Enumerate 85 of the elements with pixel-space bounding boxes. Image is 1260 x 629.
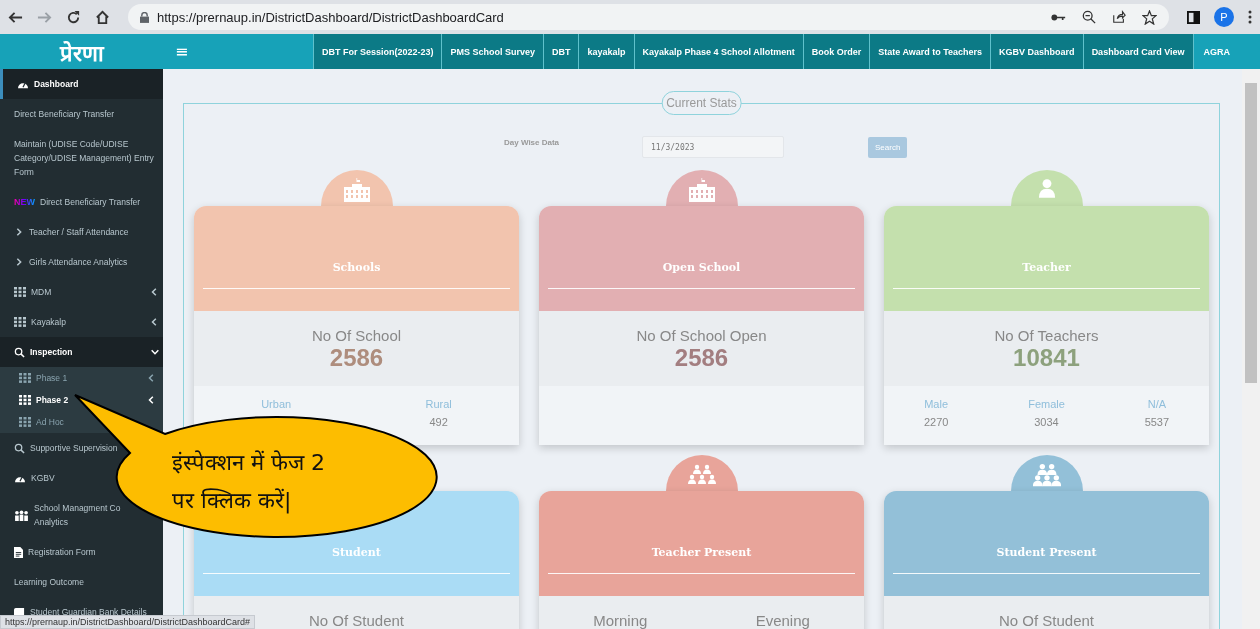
stat-label: Morning xyxy=(593,612,648,629)
date-field[interactable]: 11/3/2023 xyxy=(642,136,784,158)
search-icon xyxy=(14,442,25,454)
section-legend: Current Stats xyxy=(661,91,742,115)
nav-link[interactable]: State Award to Teachers xyxy=(869,34,991,69)
new-badge: NEW xyxy=(14,197,35,207)
stat-value: 10841 xyxy=(1013,344,1080,372)
breakdown-label: Female xyxy=(1028,398,1065,410)
sidebar-item[interactable]: School Managment Co Analytics xyxy=(0,493,163,537)
people-icon xyxy=(14,509,29,521)
breakdown-value: 492 xyxy=(429,416,448,428)
chevron-right-icon xyxy=(14,257,24,267)
sidebar-item[interactable]: Girls Attendance Analytics xyxy=(0,247,163,277)
side-panel-icon[interactable] xyxy=(1187,10,1200,24)
nav-link[interactable]: Book Order xyxy=(802,34,870,69)
reload-icon[interactable] xyxy=(66,9,81,25)
document-icon xyxy=(14,546,23,558)
building-icon xyxy=(686,178,717,202)
sidebar-item[interactable]: Registration Form xyxy=(0,537,163,567)
key-icon[interactable] xyxy=(1051,12,1066,22)
sidebar-item[interactable]: Kayakalp xyxy=(0,307,163,337)
status-url-tooltip: https://prernaup.in/DistrictDashboard/DistrictDashboardCard# xyxy=(0,615,256,629)
sidebar-item[interactable]: Phase 2 xyxy=(0,389,163,411)
card-title: Schools xyxy=(332,261,381,274)
card-title: Student xyxy=(332,546,381,559)
zoom-out-icon[interactable] xyxy=(1082,10,1096,24)
building-icon xyxy=(341,178,372,202)
stat-label: No Of Teachers xyxy=(994,327,1099,344)
breakdown-label: Male xyxy=(924,398,949,410)
share-icon[interactable] xyxy=(1112,10,1126,24)
sidebar-item[interactable]: NEW Direct Beneficiary Transfer xyxy=(0,187,163,217)
grid-icon xyxy=(19,373,31,383)
stat-label: No Of School Open xyxy=(636,327,767,344)
sidebar-item[interactable]: Maintain (UDISE Code/UDISE Category/UDISE Management) Entry Form xyxy=(0,129,163,187)
profile-avatar[interactable]: P xyxy=(1214,7,1234,27)
breakdown-label: Rural xyxy=(425,398,452,410)
breakdown-value: 5537 xyxy=(1144,416,1170,428)
nav-link[interactable]: KGBV Dashboard xyxy=(990,34,1083,69)
nav-link[interactable]: Kayakalp Phase 4 School Allotment xyxy=(633,34,803,69)
nav-link[interactable]: Dashboard Card View xyxy=(1082,34,1193,69)
breakdown-value: 3034 xyxy=(1034,416,1059,428)
stat-value: 2586 xyxy=(329,344,384,372)
breakdown-value: 2270 xyxy=(923,416,949,428)
nav-link[interactable]: DBT For Session(2022-23) xyxy=(312,34,442,69)
stat-label: Evening xyxy=(755,612,810,629)
sidebar-item[interactable]: Phase 1 xyxy=(0,367,163,389)
card-title: Teacher Present xyxy=(651,546,752,559)
nav-link[interactable]: DBT xyxy=(542,34,579,69)
sidebar-item[interactable]: Dashboard xyxy=(0,69,163,99)
group-icon xyxy=(1032,462,1061,488)
sidebar-item[interactable]: Supportive Supervision xyxy=(0,433,163,463)
card-title: Open School xyxy=(662,261,741,274)
gauge-icon xyxy=(17,79,29,89)
sidebar-item[interactable]: Ad Hoc xyxy=(0,411,163,433)
address-bar[interactable]: https://prernaup.in/DistrictDashboard/DistrictDashboardCard xyxy=(128,4,1169,30)
nav-link[interactable]: kayakalp xyxy=(578,34,634,69)
breakdown-label: Urban xyxy=(261,398,292,410)
breakdown-label: N/A xyxy=(1147,398,1167,410)
card-title: Teacher xyxy=(1022,261,1071,274)
nav-link[interactable]: PMS School Survey xyxy=(441,34,543,69)
star-icon[interactable] xyxy=(1142,9,1157,25)
scrollbar[interactable] xyxy=(1242,69,1260,629)
grid-icon xyxy=(14,317,26,327)
search-icon xyxy=(14,346,25,358)
home-icon[interactable] xyxy=(95,9,110,25)
grid-icon xyxy=(14,287,26,297)
chevron-right-icon xyxy=(14,227,24,237)
lock-icon xyxy=(140,11,149,23)
group-icon xyxy=(686,464,717,486)
grid-icon xyxy=(19,395,31,405)
stat-label: No Of Student xyxy=(998,612,1095,629)
card-title: Student Present xyxy=(996,546,1097,559)
stat-value: 2586 xyxy=(674,344,729,372)
grid-icon xyxy=(19,417,31,427)
stat-label: No Of Student xyxy=(308,612,405,629)
stat-label: No Of School xyxy=(311,327,402,344)
sidebar-item[interactable]: Learning Outcome xyxy=(0,567,163,597)
sidebar-item[interactable]: Direct Beneficiary Transfer xyxy=(0,99,163,129)
menu-icon[interactable] xyxy=(1248,10,1252,24)
sidebar-item[interactable]: Inspection xyxy=(0,337,163,367)
sidebar-item[interactable]: MDM xyxy=(0,277,163,307)
sidebar-item[interactable]: KGBV xyxy=(0,463,163,493)
sidebar-item[interactable]: Teacher / Staff Attendance xyxy=(0,217,163,247)
filter-label: Day Wise Data xyxy=(504,137,561,147)
callout-text: इंस्पेक्शन में फेज 2 पर क्लिक करें| xyxy=(172,449,325,514)
